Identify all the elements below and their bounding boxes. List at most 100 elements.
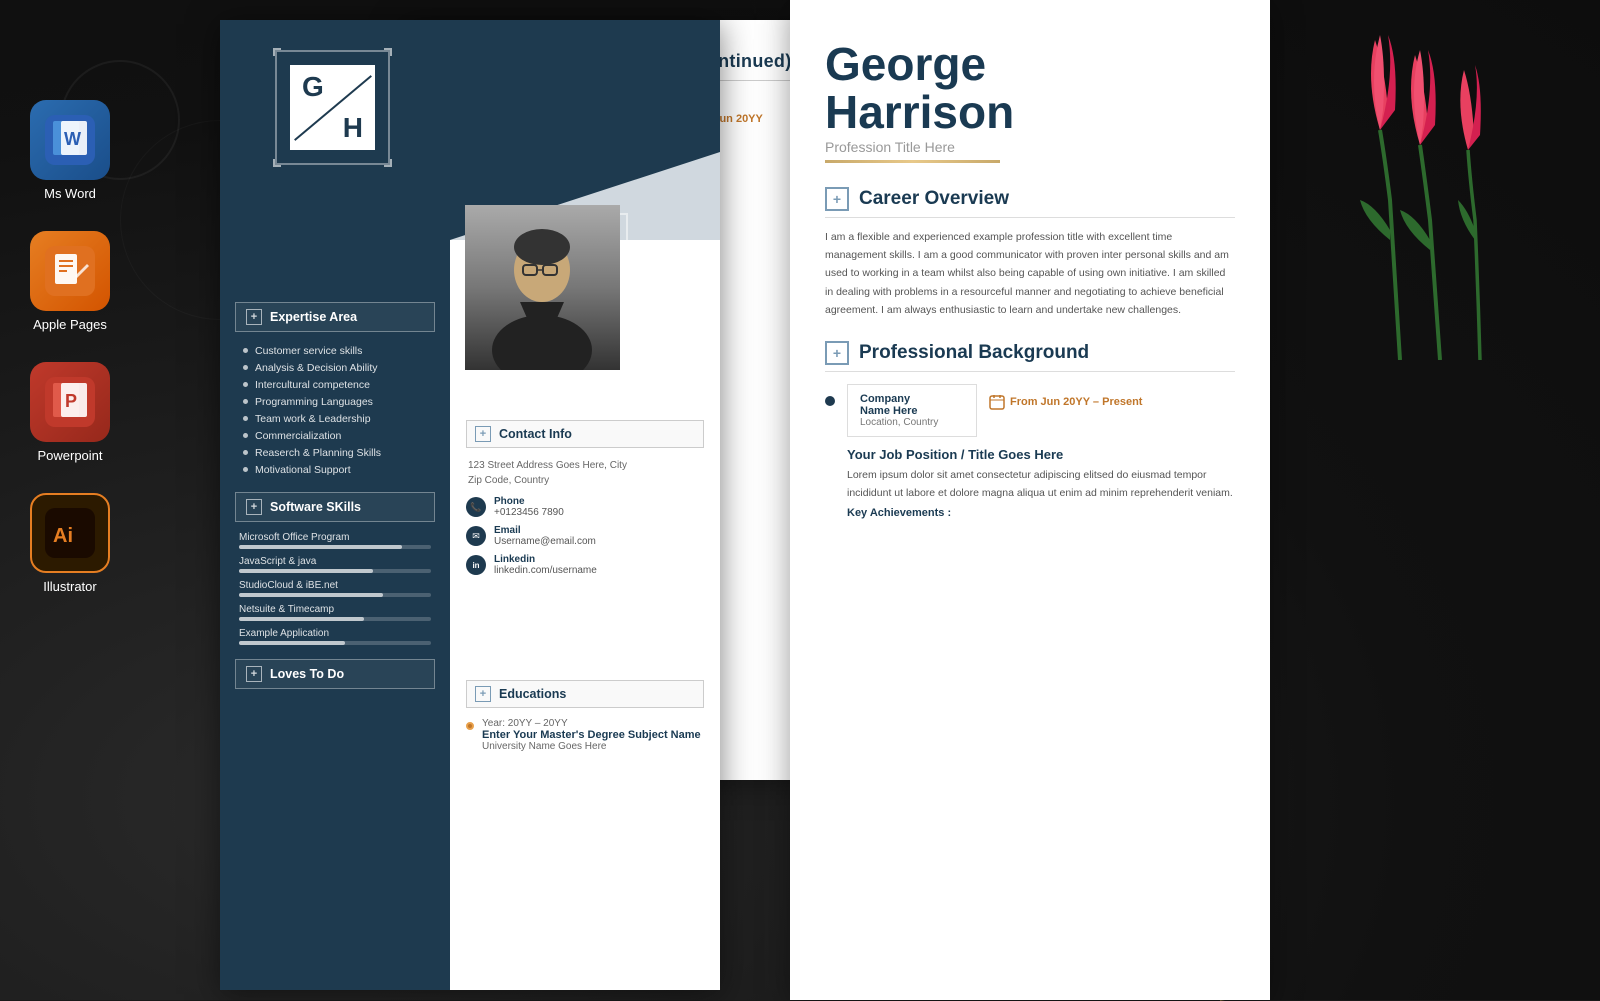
email-label: Email xyxy=(494,525,596,536)
career-plus: + xyxy=(825,187,849,211)
page-name: George Harrison xyxy=(825,40,1235,137)
edu-degree: Enter Your Master's Degree Subject Name xyxy=(482,729,701,741)
list-item: Analysis & Decision Ability xyxy=(243,359,435,376)
expertise-plus: + xyxy=(246,309,262,325)
edu-school: University Name Goes Here xyxy=(482,741,701,752)
profbg-plus: + xyxy=(825,341,849,365)
list-item: Programming Languages xyxy=(243,393,435,410)
email-value: Username@email.com xyxy=(494,536,596,547)
profbg-title: Professional Background xyxy=(859,342,1089,364)
contact-address: 123 Street Address Goes Here, CityZip Co… xyxy=(466,458,704,488)
word-label: Ms Word xyxy=(44,186,96,201)
career-title: Career Overview xyxy=(859,188,1009,210)
powerpoint-label: Powerpoint xyxy=(37,448,102,463)
edu-plus: + xyxy=(475,686,491,702)
sidebar-content: + Expertise Area Customer service skills… xyxy=(220,290,450,701)
contact-email: ✉ Email Username@email.com xyxy=(466,525,704,547)
date-calendar-icon xyxy=(989,394,1005,410)
software-plus: + xyxy=(246,499,262,515)
software-title: Software SKills xyxy=(270,500,361,514)
list-item: Customer service skills xyxy=(243,342,435,359)
app-icons-sidebar: W Ms Word Apple Pages P P xyxy=(30,100,110,594)
skill-item: Netsuite & Timecamp xyxy=(239,604,431,621)
contact-section: + Contact Info 123 Street Address Goes H… xyxy=(454,410,716,593)
list-item: Intercultural competence xyxy=(243,376,435,393)
edu-item: Year: 20YY – 20YY Enter Your Master's De… xyxy=(466,718,704,752)
loves-to-do-header: + Loves To Do xyxy=(235,659,435,689)
job-description: Lorem ipsum dolor sit amet consectetur a… xyxy=(847,467,1235,502)
tulips-decoration xyxy=(1220,0,1600,360)
skill-bars: Microsoft Office Program JavaScript & ja… xyxy=(235,532,435,645)
app-icon-powerpoint[interactable]: P Powerpoint xyxy=(30,362,110,463)
skill-name: Microsoft Office Program xyxy=(239,532,431,543)
skill-item: JavaScript & java xyxy=(239,556,431,573)
expertise-header: + Expertise Area xyxy=(235,302,435,332)
job-bullet xyxy=(825,396,835,406)
profbg-divider xyxy=(825,371,1235,372)
linkedin-label: Linkedin xyxy=(494,554,597,565)
skill-name: Example Application xyxy=(239,628,431,639)
contact-plus: + xyxy=(475,426,491,442)
edu-title: Educations xyxy=(499,687,566,701)
app-icon-word[interactable]: W Ms Word xyxy=(30,100,110,201)
linkedin-icon: in xyxy=(466,555,486,575)
monogram-inner: G H xyxy=(290,65,375,150)
company-card: CompanyName Here Location, Country xyxy=(847,384,977,437)
contact-title: Contact Info xyxy=(499,427,572,441)
company-name: CompanyName Here xyxy=(860,393,964,417)
edu-year: Year: 20YY – 20YY xyxy=(482,718,701,729)
list-item: Motivational Support xyxy=(243,461,435,478)
software-skills-header: + Software SKills xyxy=(235,492,435,522)
career-text: I am a flexible and experienced example … xyxy=(825,228,1235,320)
expertise-list: Customer service skills Analysis & Decis… xyxy=(235,342,435,478)
job-header-row: CompanyName Here Location, Country From … xyxy=(847,384,1235,437)
illustrator-label: Illustrator xyxy=(43,579,96,594)
skill-item: Example Application xyxy=(239,628,431,645)
skill-name: StudioCloud & iBE.net xyxy=(239,580,431,591)
phone-icon: 📞 xyxy=(466,497,486,517)
skill-name: Netsuite & Timecamp xyxy=(239,604,431,615)
person-photo xyxy=(465,205,620,370)
monogram-area: G H xyxy=(275,50,390,165)
profbg-header: + Professional Background xyxy=(825,341,1235,365)
job-title: Your Job Position / Title Goes Here xyxy=(847,447,1235,462)
education-section: + Educations Year: 20YY – 20YY Enter You… xyxy=(454,670,716,762)
resume-page-main: George Harrison Profession Title Here + … xyxy=(790,0,1270,1000)
monogram-letter2: H xyxy=(343,114,363,142)
job-date-area: From Jun 20YY – Present xyxy=(989,394,1142,410)
email-icon: ✉ xyxy=(466,526,486,546)
contact-phone: 📞 Phone +0123456 7890 xyxy=(466,496,704,518)
company-location: Location, Country xyxy=(860,417,964,428)
pages-label: Apple Pages xyxy=(33,317,107,332)
name-underline xyxy=(825,160,1000,163)
edu-dot xyxy=(466,722,474,730)
profession-title: Profession Title Here xyxy=(825,139,1235,155)
monogram-outer: G H xyxy=(275,50,390,165)
skill-name: JavaScript & java xyxy=(239,556,431,567)
skill-item: Microsoft Office Program xyxy=(239,532,431,549)
list-item: Team work & Leadership xyxy=(243,410,435,427)
svg-text:W: W xyxy=(64,129,81,149)
photo-frame xyxy=(465,205,620,370)
loves-title: Loves To Do xyxy=(270,667,344,681)
photo-area xyxy=(465,205,635,385)
list-item: Reaserch & Planning Skills xyxy=(243,444,435,461)
app-icon-pages[interactable]: Apple Pages xyxy=(30,231,110,332)
linkedin-value: linkedin.com/username xyxy=(494,565,597,576)
contact-header: + Contact Info xyxy=(466,420,704,448)
phone-value: +0123456 7890 xyxy=(494,507,564,518)
resume-page-front: G H xyxy=(220,20,720,990)
skill-item: StudioCloud & iBE.net xyxy=(239,580,431,597)
key-achievements: Key Achievements : xyxy=(847,507,1235,519)
contact-linkedin: in Linkedin linkedin.com/username xyxy=(466,554,704,576)
job-date: From Jun 20YY – Present xyxy=(1010,396,1142,408)
career-divider xyxy=(825,217,1235,218)
svg-text:Ai: Ai xyxy=(53,525,73,547)
phone-label: Phone xyxy=(494,496,564,507)
job-entry: CompanyName Here Location, Country From … xyxy=(825,384,1235,519)
loves-plus: + xyxy=(246,666,262,682)
svg-text:P: P xyxy=(65,391,77,411)
expertise-title: Expertise Area xyxy=(270,310,357,324)
app-icon-illustrator[interactable]: Ai Illustrator xyxy=(30,493,110,594)
career-header: + Career Overview xyxy=(825,187,1235,211)
